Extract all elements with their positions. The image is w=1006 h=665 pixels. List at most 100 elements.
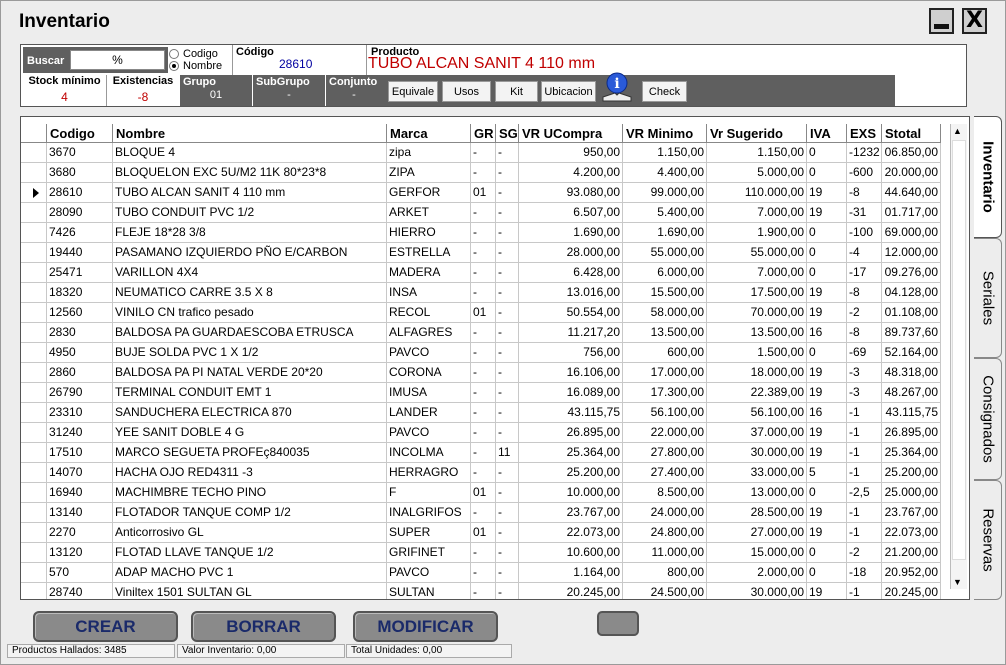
table-row[interactable]: 31240 YEE SANIT DOBLE 4 G PAVCO - -26.895,00… [21,423,941,443]
crear-button[interactable]: CREAR [33,611,178,642]
row-indicator[interactable] [21,583,47,599]
row-indicator[interactable] [21,203,47,223]
row-indicator[interactable] [21,303,47,323]
modificar-button[interactable]: MODIFICAR [353,611,498,642]
radio-codigo[interactable]: Codigo [169,48,218,60]
row-indicator[interactable] [21,223,47,243]
tab-consignados[interactable]: Consignados [974,358,1002,480]
column-header[interactable]: Vr Sugerido [707,124,807,143]
table-row[interactable]: 2860 BALDOSA PA PI NATAL VERDE 20*20 CORON… [21,363,941,383]
table-row[interactable]: 28740 Viniltex 1501 SULTAN GL SULTAN - -20.2… [21,583,941,599]
column-header[interactable]: VR Minimo [623,124,707,143]
table-row[interactable]: 2830 BALDOSA PA GUARDAESCOBA ETRUSCA ALFAG… [21,323,941,343]
row-indicator[interactable] [21,263,47,283]
table-row[interactable]: 13140 FLOTADOR TANQUE COMP 1/2 INALGRIFOS -… [21,503,941,523]
row-indicator[interactable] [21,443,47,463]
table-cell: 22.389,00 [707,383,807,403]
column-header[interactable]: Marca [387,124,471,143]
table-cell: - [471,383,496,403]
row-indicator[interactable] [21,163,47,183]
table-cell: CORONA [387,363,471,383]
close-button[interactable]: X [962,8,987,34]
equivale-button[interactable]: Equivale [388,81,438,102]
table-row[interactable]: 3680 BLOQUELON EXC 5U/M2 11K 80*23*8 ZIPA -… [21,163,941,183]
table-cell: INCOLMA [387,443,471,463]
column-header[interactable]: Nombre [113,124,387,143]
column-header[interactable]: IVA [807,124,847,143]
info-button[interactable]: i [601,71,633,103]
radio-codigo-dot[interactable] [169,49,179,59]
radio-nombre-dot[interactable] [169,61,179,71]
column-header[interactable]: SG [496,124,519,143]
column-header[interactable]: Codigo [47,124,113,143]
column-header[interactable]: VR UCompra [519,124,623,143]
row-indicator[interactable] [21,183,47,203]
row-indicator[interactable] [21,323,47,343]
check-button[interactable]: Check [642,81,687,102]
table-row[interactable]: 13120 FLOTAD LLAVE TANQUE 1/2 GRIFINET - -10… [21,543,941,563]
table-cell: -3 [847,363,882,383]
row-indicator[interactable] [21,503,47,523]
row-indicator[interactable] [21,383,47,403]
extra-button[interactable] [597,611,639,636]
table-row[interactable]: 18320 NEUMATICO CARRE 3.5 X 8 INSA - -13.016… [21,283,941,303]
row-indicator[interactable] [21,243,47,263]
table-row[interactable]: 28610 TUBO ALCAN SANIT 4 110 mm GERFOR 01-9… [21,183,941,203]
borrar-button[interactable]: BORRAR [191,611,336,642]
table-cell: 25.364,00 [519,443,623,463]
radio-nombre[interactable]: Nombre [169,60,222,72]
table-cell: 11.217,20 [519,323,623,343]
table-row[interactable]: 12560 VINILO CN trafico pesado RECOL 01-50.… [21,303,941,323]
table-row[interactable]: 17510 MARCO SEGUETA PROFEç840035 INCOLMA -1… [21,443,941,463]
table-cell: 01.108,00 [882,303,941,323]
ubicacion-button[interactable]: Ubicacion [541,81,596,102]
kit-button[interactable]: Kit [495,81,538,102]
row-indicator[interactable] [21,143,47,163]
table-cell: 25471 [47,263,113,283]
scroll-down-icon[interactable]: ▼ [953,577,962,587]
table-row[interactable]: 19440 PASAMANO IZQUIERDO PÑO E/CARBON ESTR… [21,243,941,263]
vertical-scrollbar[interactable]: ▲ ▼ [950,124,967,589]
table-row[interactable]: 570 ADAP MACHO PVC 1 PAVCO - -1.164,00 800,00… [21,563,941,583]
table-cell: 44.640,00 [882,183,941,203]
tab-inventario[interactable]: Inventario [974,116,1002,238]
row-indicator[interactable] [21,463,47,483]
table-row[interactable]: 2270 Anticorrosivo GL SUPER 01-22.073,00 24.… [21,523,941,543]
tab-reservas[interactable]: Reservas [974,480,1002,600]
table-row[interactable]: 16940 MACHIMBRE TECHO PINO F 01-10.000,00 8.… [21,483,941,503]
row-indicator[interactable] [21,523,47,543]
table-row[interactable]: 4950 BUJE SOLDA PVC 1 X 1/2 PAVCO - -756,00 6… [21,343,941,363]
product-header-panel: Buscar % Codigo Nombre Código 28610 Prod… [20,44,967,107]
row-indicator[interactable] [21,363,47,383]
row-indicator[interactable] [21,403,47,423]
table-row[interactable]: 3670 BLOQUE 4 zipa - -950,00 1.150,00 1.150,00… [21,143,941,163]
row-indicator[interactable] [21,543,47,563]
table-row[interactable]: 7426 FLEJE 18*28 3/8 HIERRO - -1.690,00 1.690… [21,223,941,243]
column-header[interactable]: GR [471,124,496,143]
table-row[interactable]: 14070 HACHA OJO RED4311 -3 HERRAGRO - -25.20… [21,463,941,483]
tab-seriales[interactable]: Seriales [974,238,1002,358]
minimize-button[interactable] [929,8,954,34]
table-row[interactable]: 26790 TERMINAL CONDUIT EMT 1 IMUSA - -16.089… [21,383,941,403]
column-header[interactable]: EXS [847,124,882,143]
column-header[interactable]: Stotal [882,124,941,143]
table-row[interactable]: 23310 SANDUCHERA ELECTRICA 870 LANDER - -43.… [21,403,941,423]
table-cell: 13140 [47,503,113,523]
row-indicator[interactable] [21,563,47,583]
table-cell: 22.073,00 [882,523,941,543]
scroll-thumb[interactable] [952,140,966,560]
usos-button[interactable]: Usos [442,81,491,102]
table-row[interactable]: 28090 TUBO CONDUIT PVC 1/2 ARKET - -6.507,00… [21,203,941,223]
scroll-up-icon[interactable]: ▲ [953,126,962,136]
table-cell: Anticorrosivo GL [113,523,387,543]
row-indicator[interactable] [21,483,47,503]
row-indicator[interactable] [21,423,47,443]
table-row[interactable]: 25471 VARILLON 4X4 MADERA - -6.428,00 6.000,0… [21,263,941,283]
table-cell: -1 [847,503,882,523]
row-indicator[interactable] [21,343,47,363]
table-cell: 7426 [47,223,113,243]
row-indicator[interactable] [21,283,47,303]
table-cell: -4 [847,243,882,263]
search-input[interactable]: % [70,50,165,70]
table-cell: 17.500,00 [707,283,807,303]
